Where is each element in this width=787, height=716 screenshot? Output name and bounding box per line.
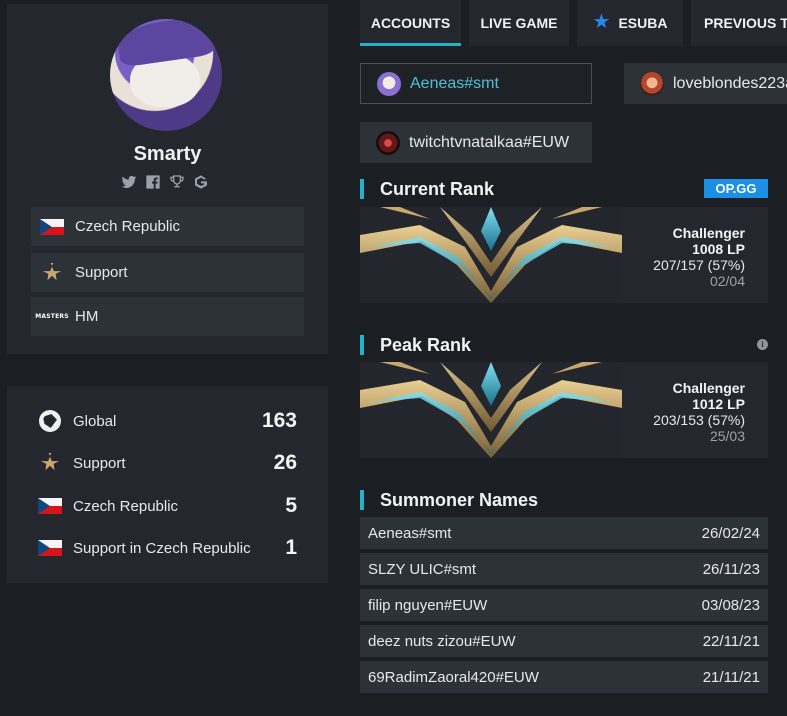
rank-tier: Challenger [672,225,745,241]
info-icon[interactable]: i [757,339,768,350]
account-avatar [377,71,401,96]
ladder-value: 5 [285,494,297,517]
summoner-date: 22/11/21 [702,632,760,650]
czech-flag-icon [38,495,62,517]
current-rank-title: Current Rank [360,178,494,200]
profile-card: Smarty Czech Republic Support MASTERS HM [7,4,328,354]
gamer-icon[interactable] [193,174,209,190]
tab-esuba[interactable]: ★ ESUBA [577,0,683,46]
ladder-row-global[interactable]: Global 163 [38,407,297,435]
tab-bar: ACCOUNTS LIVE GAME ★ ESUBA PREVIOUS TE [360,0,787,46]
esuba-star-icon: ★ [592,10,611,33]
czech-support-icon [38,537,62,559]
tab-previous-teams[interactable]: PREVIOUS TE [691,0,787,46]
table-row: 69RadimZaoral420#EUW 21/11/21 [360,661,768,693]
trophy-icon[interactable] [169,174,185,190]
ladder-label: Support [73,454,126,472]
account-avatar [640,71,664,96]
ladder-label: Support in Czech Republic [73,539,251,557]
country-label: Czech Republic [75,218,181,235]
rank-tier: Challenger [672,380,745,396]
country-row[interactable]: Czech Republic [31,207,304,246]
challenger-crest-icon [360,207,622,303]
summoner-name: 69RadimZaoral420#EUW [368,668,539,686]
support-role-icon [38,452,62,474]
account-pill-selected[interactable]: Aeneas#smt [360,63,592,104]
summoner-name: Aeneas#smt [368,524,452,542]
peak-rank-box: Challenger 1012 LP 203/153 (57%) 25/03 [360,362,768,458]
role-label: Support [75,264,128,281]
globe-icon [38,410,62,432]
rank-winloss: 203/153 (57%) [653,412,745,428]
tab-live-game[interactable]: LIVE GAME [469,0,569,46]
team-logo-icon: MASTERS [35,312,69,320]
role-row[interactable]: Support [31,253,304,292]
peak-rank-title: Peak Rank [360,334,471,356]
ladder-ranks-card: Global 163 Support 26 Czech Republic 5 S… [7,386,328,583]
tab-accounts[interactable]: ACCOUNTS [360,0,461,46]
peak-rank-stats: Challenger 1012 LP 203/153 (57%) 25/03 [653,380,745,444]
summoner-name: SLZY ULIC#smt [368,560,477,578]
account-pill[interactable]: twitchtvnatalkaa#EUW [360,122,592,163]
czech-flag-icon [40,218,64,236]
ladder-label: Czech Republic [73,497,179,515]
ladder-row-country[interactable]: Czech Republic 5 [38,492,297,520]
table-row: filip nguyen#EUW 03/08/23 [360,589,768,621]
ladder-value: 26 [273,451,297,474]
summoner-date: 26/02/24 [701,524,760,542]
rank-date: 25/03 [709,428,745,444]
ladder-label: Global [73,412,117,430]
ladder-row-country-support[interactable]: Support in Czech Republic 1 [38,534,297,562]
current-rank-box: Challenger 1008 LP 207/157 (57%) 02/04 [360,207,768,303]
rank-lp: 1012 LP [692,396,745,412]
rank-date: 02/04 [709,273,745,289]
ladder-row-support[interactable]: Support 26 [38,449,297,477]
table-row: SLZY ULIC#smt 26/11/23 [360,553,768,585]
account-avatar [376,130,400,155]
summoner-date: 26/11/23 [702,560,760,578]
table-row: Aeneas#smt 26/02/24 [360,517,768,549]
avatar [110,19,222,131]
facebook-icon[interactable] [145,174,161,190]
team-label: HM [75,308,99,325]
summoner-name: deez nuts zizou#EUW [368,632,516,650]
support-role-icon [40,262,64,282]
rank-winloss: 207/157 (57%) [653,257,745,273]
current-rank-stats: Challenger 1008 LP 207/157 (57%) 02/04 [653,225,745,289]
summoner-name: filip nguyen#EUW [368,596,488,614]
summoner-names-table: Aeneas#smt 26/02/24 SLZY ULIC#smt 26/11/… [360,517,768,697]
rank-lp: 1008 LP [692,241,745,257]
twitter-icon[interactable] [121,174,137,190]
account-pill[interactable]: loveblondes223a [624,63,787,104]
opgg-badge[interactable]: OP.GG [704,179,768,198]
ladder-value: 163 [261,409,297,432]
table-row: deez nuts zizou#EUW 22/11/21 [360,625,768,657]
summoner-date: 03/08/23 [701,596,760,614]
social-links [121,174,209,190]
player-name: Smarty [133,143,202,165]
team-row[interactable]: MASTERS HM [31,297,304,336]
ladder-value: 1 [285,536,297,559]
summoner-date: 21/11/21 [702,668,760,686]
challenger-crest-icon [360,362,622,458]
summoner-names-title: Summoner Names [360,489,538,511]
